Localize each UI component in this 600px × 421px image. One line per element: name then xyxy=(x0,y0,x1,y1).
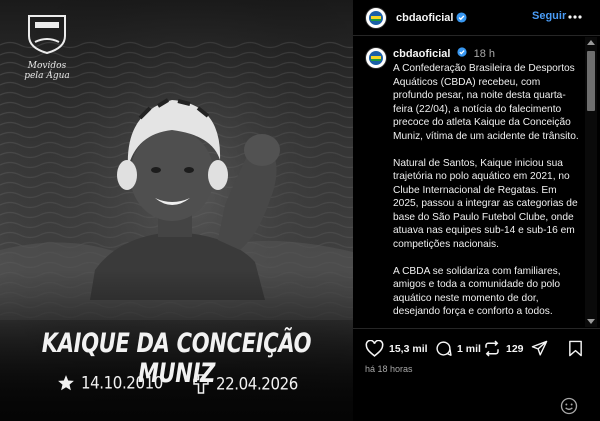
bookmark-icon xyxy=(569,340,582,357)
repost-icon xyxy=(485,340,499,357)
smiley-icon xyxy=(560,397,578,415)
birth-date: 14.10.2010 xyxy=(81,373,163,393)
brand-tagline: Movidos pela Água xyxy=(24,61,70,81)
scroll-up-icon[interactable] xyxy=(587,39,595,45)
post-panel: cbdaoficial Seguir cbdaoficial 18 h A Co… xyxy=(353,0,600,421)
like-button[interactable]: 15,3 mil xyxy=(365,340,428,357)
heart-icon xyxy=(365,340,384,357)
post-image[interactable]: Movidos pela Água KAIQUE DA CONCEIÇÃO MU… xyxy=(0,0,353,421)
avatar[interactable] xyxy=(365,6,387,29)
repost-count: 129 xyxy=(506,342,524,355)
caption-paragraph: Natural de Santos, Kaique iniciou sua tr… xyxy=(393,157,578,250)
action-bar: 15,3 mil 1 mil 129 xyxy=(353,328,600,358)
caption-avatar[interactable] xyxy=(365,47,387,69)
post-header: cbdaoficial Seguir xyxy=(353,0,600,36)
share-button[interactable] xyxy=(531,340,548,357)
caption-time: 18 h xyxy=(473,48,496,60)
caption-body: cbdaoficial 18 h A Confederação Brasilei… xyxy=(393,47,583,319)
comment-button[interactable]: 1 mil xyxy=(435,340,481,357)
star-icon xyxy=(58,375,74,391)
caption-scrollbar[interactable] xyxy=(585,37,597,327)
save-button[interactable] xyxy=(568,340,583,357)
athlete-name: KAIQUE DA CONCEIÇÃO MUNIZ xyxy=(41,328,312,388)
emoji-button[interactable] xyxy=(560,397,578,420)
header-username[interactable]: cbdaoficial xyxy=(396,12,453,24)
verified-badge-icon xyxy=(456,47,467,57)
verified-badge-icon xyxy=(456,12,468,23)
cbda-avatar-icon xyxy=(369,51,383,65)
cbda-avatar-icon xyxy=(369,10,383,25)
birth-date-group: 14.10.2010 xyxy=(57,373,163,393)
send-icon xyxy=(531,340,548,356)
like-count: 15,3 mil xyxy=(389,342,428,355)
caption-area[interactable]: cbdaoficial 18 h A Confederação Brasilei… xyxy=(353,37,600,327)
death-date: 22.04.2026 xyxy=(216,374,298,394)
cbda-shield-icon xyxy=(28,15,66,55)
comment-icon xyxy=(436,341,452,356)
ellipsis-icon[interactable] xyxy=(567,9,583,30)
cross-icon xyxy=(193,374,209,394)
repost-button[interactable]: 129 xyxy=(483,340,524,357)
caption-head: cbdaoficial 18 h xyxy=(393,47,583,61)
caption-paragraph: A CBDA se solidariza com familiares, ami… xyxy=(393,265,561,318)
scroll-thumb[interactable] xyxy=(587,51,595,111)
follow-button[interactable]: Seguir xyxy=(532,10,566,22)
caption-username[interactable]: cbdaoficial xyxy=(393,48,450,60)
posted-time[interactable]: há 18 horas xyxy=(365,364,413,374)
caption-paragraph: A Confederação Brasileira de Desportos A… xyxy=(393,63,579,142)
comment-count: 1 mil xyxy=(457,342,481,355)
cbda-logo: Movidos pela Água xyxy=(22,14,72,81)
death-date-group: 22.04.2026 xyxy=(192,374,298,394)
scroll-down-icon[interactable] xyxy=(587,319,595,325)
